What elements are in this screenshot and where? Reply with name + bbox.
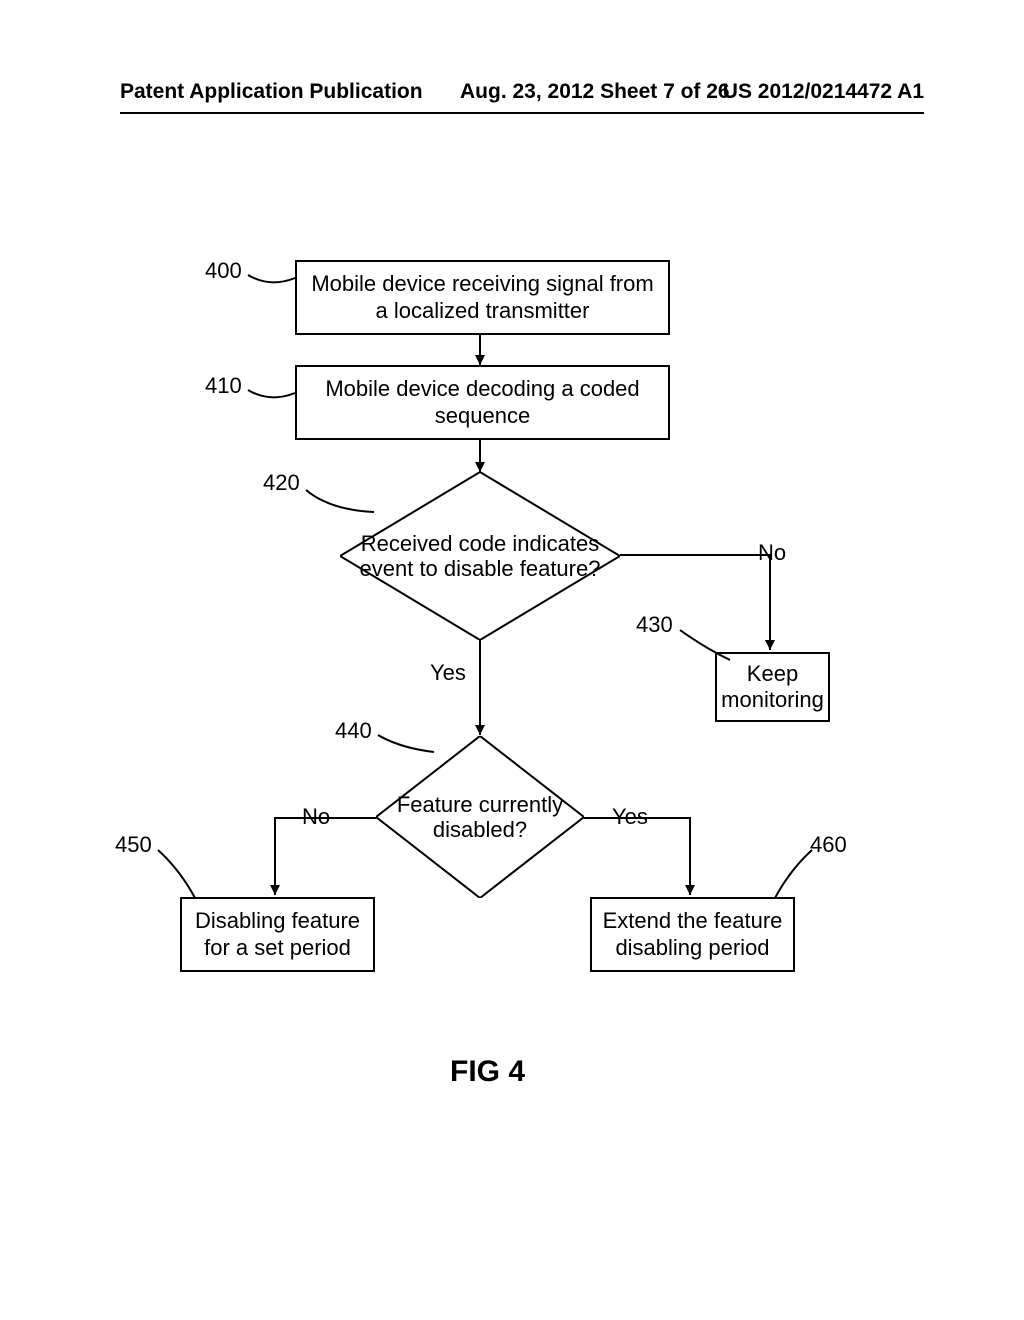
edge-420-no: No	[758, 540, 786, 566]
ref-420: 420	[263, 470, 300, 496]
decision-440: Feature currently disabled?	[376, 736, 584, 898]
decision-420: Received code indicates event to disable…	[340, 472, 620, 640]
ref-430: 430	[636, 612, 673, 638]
edge-420-yes: Yes	[430, 660, 466, 686]
edge-440-yes: Yes	[612, 804, 648, 830]
ref-400: 400	[205, 258, 242, 284]
process-410-text: Mobile device decoding a coded sequence	[303, 376, 662, 429]
edge-440-no: No	[302, 804, 330, 830]
decision-420-text: Received code indicates event to disable…	[340, 472, 620, 640]
ref-450: 450	[115, 832, 152, 858]
process-400-text: Mobile device receiving signal from a lo…	[303, 271, 662, 324]
figure-label: FIG 4	[450, 1055, 525, 1089]
ref-460: 460	[810, 832, 847, 858]
header-rule	[120, 112, 924, 114]
header-right: US 2012/0214472 A1	[723, 80, 924, 104]
process-450: Disabling feature for a set period	[180, 897, 375, 972]
header-left: Patent Application Publication	[120, 80, 423, 104]
header-center: Aug. 23, 2012 Sheet 7 of 26	[460, 80, 730, 104]
process-430: Keep monitoring	[715, 652, 830, 722]
ref-440: 440	[335, 718, 372, 744]
process-450-text: Disabling feature for a set period	[188, 908, 367, 961]
process-460-text: Extend the feature disabling period	[598, 908, 787, 961]
page: Patent Application Publication Aug. 23, …	[0, 0, 1024, 1320]
process-460: Extend the feature disabling period	[590, 897, 795, 972]
decision-440-text: Feature currently disabled?	[376, 736, 584, 898]
ref-410: 410	[205, 373, 242, 399]
process-400: Mobile device receiving signal from a lo…	[295, 260, 670, 335]
process-430-text: Keep monitoring	[721, 661, 824, 714]
process-410: Mobile device decoding a coded sequence	[295, 365, 670, 440]
connectors	[0, 0, 1024, 1320]
